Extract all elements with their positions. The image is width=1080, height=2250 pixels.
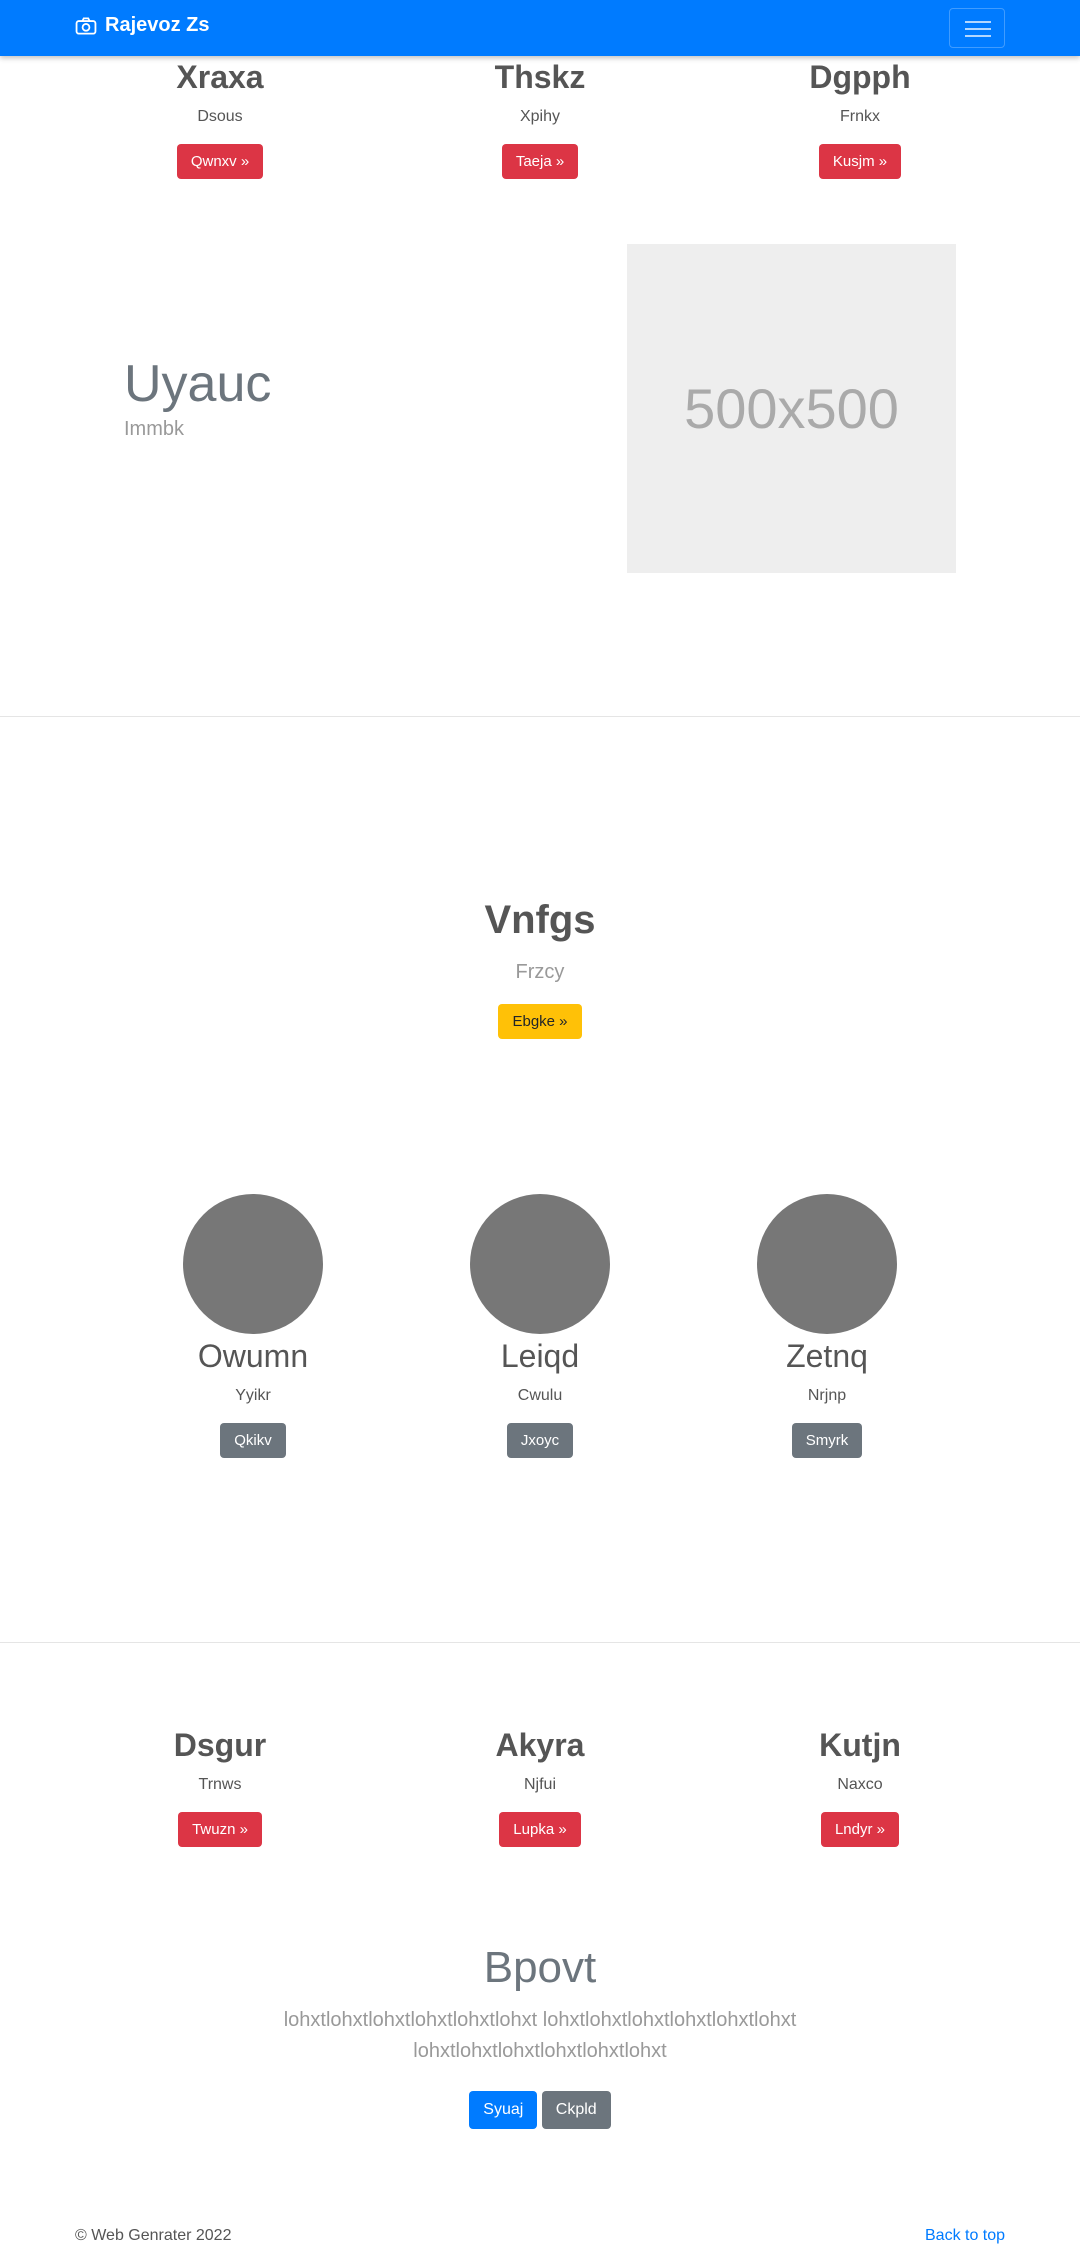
circle-feature: Owumn Yyikr Qkikv [133, 1194, 373, 1458]
section-divider [0, 716, 1080, 717]
feature-button[interactable]: Qwnxv » [176, 144, 264, 179]
feature-card: Dgpph Frnkx Kusjm » [710, 61, 1010, 179]
feature-subtitle: Frnkx [840, 108, 880, 125]
feature-card: Akyra Njfui Lupka » [390, 1729, 690, 1847]
circle-feature-subtitle: Nrjnp [807, 1387, 847, 1404]
feature-title: Dgpph [809, 59, 911, 95]
jumbotron-text-line: lohxtlohxtlohxtlohxtlohxtlohxt lohxtlohx… [283, 2009, 797, 2031]
center-title: Vnfgs [484, 898, 596, 942]
hero-subtitle: Immbk [124, 418, 184, 440]
section-divider [0, 1642, 1080, 1643]
circle-feature-button[interactable]: Smyrk [791, 1423, 863, 1458]
center-section: Vnfgs Frzcy Ebgke » [0, 898, 1080, 1039]
feature-button[interactable]: Taeja » [501, 144, 579, 179]
jumbotron: Bpovt lohxtlohxtlohxtlohxtlohxtlohxt loh… [0, 1943, 1080, 2129]
circle-feature-title: Owumn [197, 1338, 309, 1374]
feature-card: Xraxa Dsous Qwnxv » [70, 61, 370, 179]
top-navbar: Rajevoz Zs [0, 0, 1080, 56]
footer-copyright: © Web Genrater 2022 [75, 2227, 232, 2244]
circle-feature-title: Zetnq [786, 1338, 868, 1374]
primary-button[interactable]: Syuaj [469, 2091, 538, 2129]
avatar-circle [183, 1194, 323, 1334]
placeholder-image: 500x500 [627, 244, 956, 573]
circle-feature-button[interactable]: Qkikv [220, 1423, 286, 1458]
back-to-top-link[interactable]: Back to top [925, 2227, 1005, 2245]
feature-title: Xraxa [176, 59, 264, 95]
feature-subtitle: Dsous [197, 108, 243, 125]
feature-subtitle: Trnws [198, 1776, 242, 1793]
feature-card: Thskz Xpihy Taeja » [390, 61, 690, 179]
feature-button[interactable]: Lndyr » [820, 1812, 900, 1847]
circle-feature-button[interactable]: Jxoyc [506, 1423, 574, 1458]
circle-feature-title: Leiqd [500, 1338, 580, 1374]
feature-title: Kutjn [819, 1727, 901, 1763]
hero-title: Uyauc [124, 355, 272, 413]
jumbotron-text-line: lohxtlohxtlohxtlohxtlohxtlohxt [413, 2040, 667, 2062]
placeholder-image-label: 500x500 [684, 377, 899, 440]
jumbotron-text: lohxtlohxtlohxtlohxtlohxtlohxt lohxtlohx… [0, 2005, 1080, 2067]
circle-feature: Zetnq Nrjnp Smyrk [707, 1194, 947, 1458]
feature-button[interactable]: Twuzn » [178, 1812, 262, 1847]
circle-feature: Leiqd Cwulu Jxoyc [420, 1194, 660, 1458]
brand-name: Rajevoz Zs [105, 14, 210, 36]
avatar-circle [757, 1194, 897, 1334]
feature-subtitle: Njfui [523, 1776, 556, 1793]
feature-title: Akyra [495, 1727, 585, 1763]
feature-button[interactable]: Kusjm » [818, 144, 902, 179]
feature-button[interactable]: Lupka » [499, 1812, 581, 1847]
secondary-button[interactable]: Ckpld [541, 2091, 611, 2129]
avatar-circle [470, 1194, 610, 1334]
center-subtitle: Frzcy [515, 961, 565, 983]
navbar-brand[interactable]: Rajevoz Zs [75, 14, 209, 37]
jumbotron-buttons: Syuaj Ckpld [0, 2091, 1080, 2129]
feature-title: Dsgur [173, 1727, 267, 1763]
camera-icon [75, 16, 97, 35]
feature-subtitle: Naxco [837, 1776, 883, 1793]
jumbotron-title: Bpovt [483, 1943, 597, 1992]
circle-feature-subtitle: Yyikr [235, 1387, 271, 1404]
feature-card: Kutjn Naxco Lndyr » [710, 1729, 1010, 1847]
circle-feature-subtitle: Cwulu [517, 1387, 563, 1404]
feature-card: Dsgur Trnws Twuzn » [70, 1729, 370, 1847]
center-button[interactable]: Ebgke » [498, 1004, 582, 1039]
feature-subtitle: Xpihy [519, 108, 561, 125]
feature-title: Thskz [494, 59, 586, 95]
navbar-toggler-button[interactable] [949, 8, 1005, 48]
